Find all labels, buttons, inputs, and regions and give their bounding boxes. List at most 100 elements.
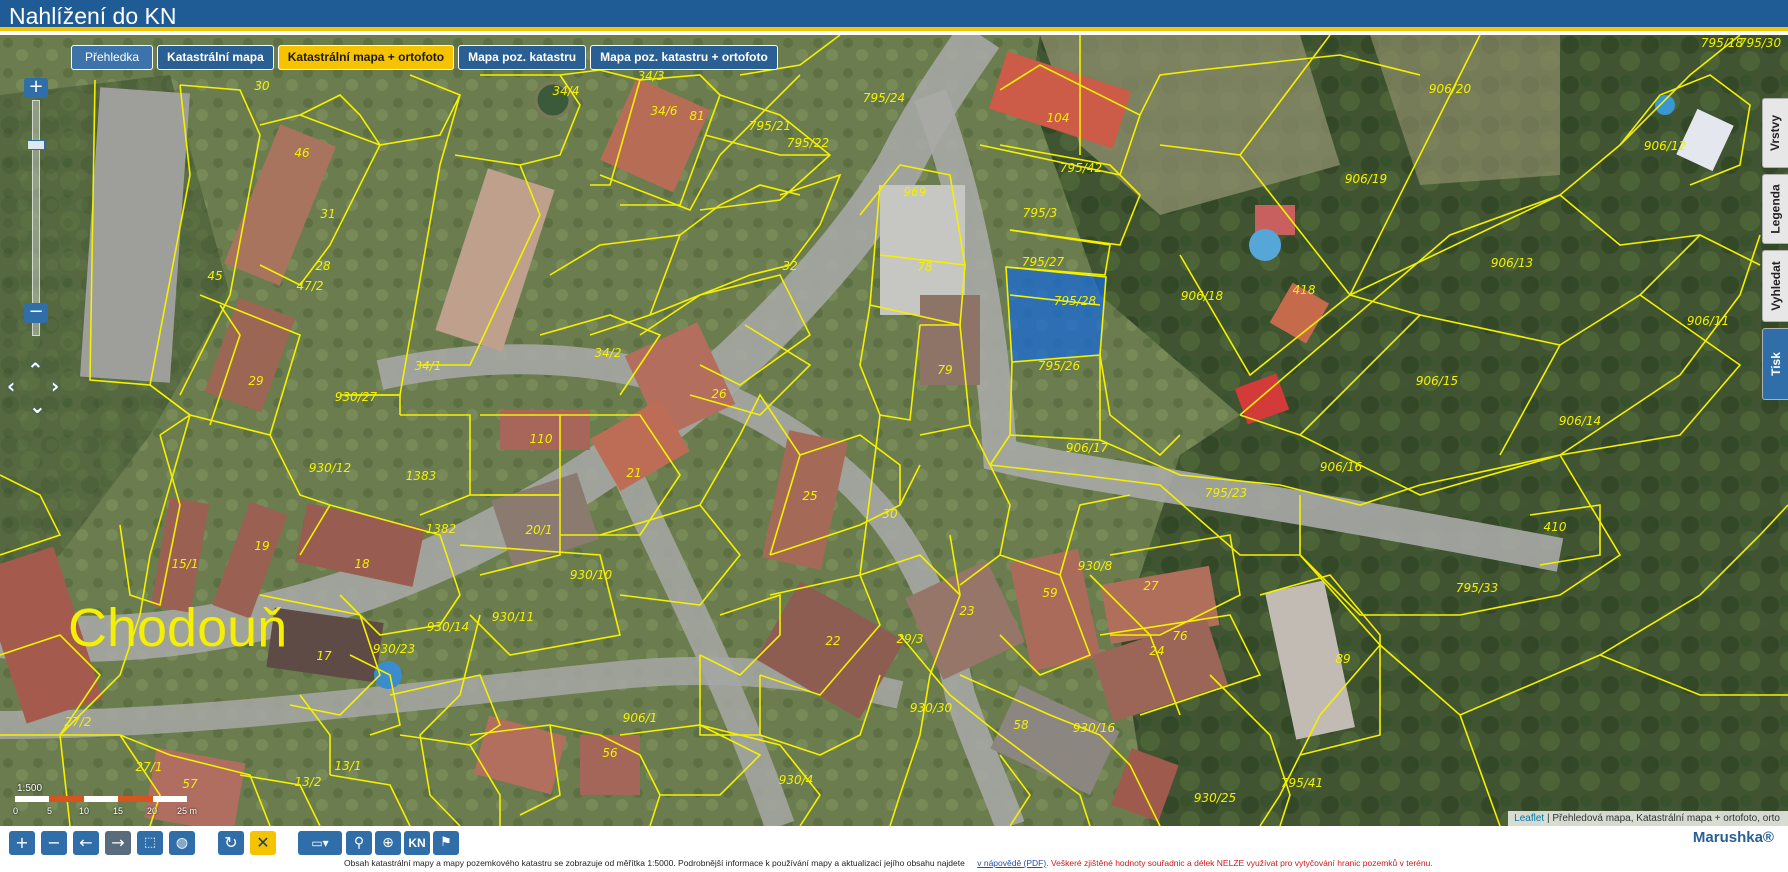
- parcel-number-label[interactable]: 27: [1143, 579, 1159, 593]
- parcel-number-label[interactable]: 34/1: [415, 359, 442, 373]
- parcel-number-label[interactable]: 906/18: [1181, 289, 1224, 303]
- parcel-number-label[interactable]: 930/27: [335, 390, 378, 404]
- tab-legenda[interactable]: Legenda: [1762, 174, 1788, 244]
- parcel-number-label[interactable]: 34/6: [651, 104, 678, 118]
- parcel-number-label[interactable]: 29: [248, 374, 263, 388]
- parcel-number-label[interactable]: 110: [530, 432, 553, 446]
- parcel-number-label[interactable]: 418: [1293, 283, 1316, 297]
- parcel-number-label[interactable]: 29/3: [897, 632, 924, 646]
- parcel-number-label[interactable]: 906/15: [1416, 374, 1458, 388]
- parcel-number-label[interactable]: 13/1: [335, 759, 362, 773]
- parcel-number-label[interactable]: 15/1: [172, 557, 199, 571]
- parcel-number-label[interactable]: 32: [782, 259, 797, 273]
- parcel-number-label[interactable]: 906/1: [623, 711, 658, 725]
- parcel-number-label[interactable]: 969: [904, 185, 927, 199]
- layer-mapa-poz-katastru-button[interactable]: Mapa poz. katastru: [458, 45, 587, 70]
- tab-tisk[interactable]: Tisk: [1762, 328, 1788, 400]
- parcel-number-label[interactable]: 46: [294, 146, 310, 160]
- parcel-number-label[interactable]: 21: [626, 466, 641, 480]
- parcel-number-label[interactable]: 1382: [426, 522, 457, 536]
- parcel-number-label[interactable]: 930/8: [1078, 559, 1113, 573]
- parcel-number-label[interactable]: 795/22: [787, 136, 829, 150]
- zoom-in-button[interactable]: +: [24, 78, 48, 98]
- parcel-number-label[interactable]: 930/30: [910, 701, 953, 715]
- zoom-out-tool-icon[interactable]: −: [41, 831, 67, 855]
- parcel-number-label[interactable]: 930/10: [570, 568, 613, 582]
- parcel-number-label[interactable]: 906/20: [1429, 82, 1472, 96]
- parcel-number-label[interactable]: 19: [254, 539, 269, 553]
- parcel-number-label[interactable]: 930/16: [1073, 721, 1116, 735]
- parcel-number-label[interactable]: 795/41: [1281, 776, 1323, 790]
- parcel-number-label[interactable]: 18: [354, 557, 370, 571]
- forward-arrow-icon[interactable]: →: [105, 831, 131, 855]
- parcel-number-label[interactable]: 89: [1335, 652, 1350, 666]
- parcel-number-label[interactable]: 17: [316, 649, 332, 663]
- parcel-number-label[interactable]: 930/4: [779, 773, 814, 787]
- parcel-number-label[interactable]: 78: [917, 260, 933, 274]
- pan-up-icon[interactable]: ⌃: [27, 360, 44, 380]
- leaflet-link[interactable]: Leaflet: [1514, 813, 1544, 824]
- parcel-number-label[interactable]: 795/3: [1023, 206, 1058, 220]
- parcel-number-label[interactable]: 930/12: [309, 461, 351, 475]
- parcel-number-label[interactable]: 930/25: [1194, 791, 1236, 805]
- parcel-number-label[interactable]: 31: [320, 207, 335, 221]
- parcel-number-label[interactable]: 906/17: [1066, 441, 1109, 455]
- pan-down-icon[interactable]: ⌄: [29, 396, 46, 416]
- parcel-number-label[interactable]: 795/18: [1701, 36, 1744, 50]
- zoom-in-tool-icon[interactable]: +: [9, 831, 35, 855]
- measure-ruler-icon[interactable]: ▭▾: [298, 831, 342, 855]
- parcel-number-label[interactable]: 26: [711, 387, 727, 401]
- parcel-number-label[interactable]: 76: [1172, 629, 1188, 643]
- parcel-number-label[interactable]: 34/3: [638, 69, 665, 83]
- parcel-number-label[interactable]: 410: [1544, 520, 1567, 534]
- parcel-number-label[interactable]: 930/23: [373, 642, 415, 656]
- parcel-number-label[interactable]: 795/27: [1022, 255, 1065, 269]
- parcel-number-label[interactable]: 56: [602, 746, 618, 760]
- parcel-number-label[interactable]: 795/42: [1060, 161, 1102, 175]
- parcel-number-label[interactable]: 22: [825, 634, 840, 648]
- parcel-number-label[interactable]: 795/28: [1054, 294, 1097, 308]
- parcel-number-label[interactable]: 25: [802, 489, 817, 503]
- parcel-number-label[interactable]: 20/1: [526, 523, 553, 537]
- clear-icon[interactable]: ✕: [250, 831, 276, 855]
- parcel-number-label[interactable]: 906/13: [1491, 256, 1533, 270]
- parcel-number-label[interactable]: 59: [1042, 586, 1057, 600]
- parcel-number-label[interactable]: 34/4: [553, 84, 580, 98]
- zoom-out-button[interactable]: −: [24, 303, 48, 323]
- parcel-number-label[interactable]: 79: [937, 363, 952, 377]
- refresh-icon[interactable]: ↻: [218, 831, 244, 855]
- parcel-number-label[interactable]: 906/14: [1559, 414, 1601, 428]
- parcel-number-label[interactable]: 1383: [406, 469, 437, 483]
- pin-icon[interactable]: ⚲: [346, 831, 372, 855]
- parcel-number-label[interactable]: 930/14: [427, 620, 469, 634]
- parcel-number-label[interactable]: 795/33: [1456, 581, 1498, 595]
- zoom-extent-icon[interactable]: ⬚: [137, 831, 163, 855]
- parcel-number-label[interactable]: 795/21: [749, 119, 791, 133]
- parcel-number-label[interactable]: 104: [1047, 111, 1070, 125]
- layer-katastralni-mapa-button[interactable]: Katastrální mapa: [157, 45, 274, 70]
- parcel-number-label[interactable]: 34/2: [595, 346, 622, 360]
- zoom-slider[interactable]: + −: [24, 78, 50, 358]
- parcel-number-label[interactable]: 795/24: [863, 91, 905, 105]
- tab-vyhledat[interactable]: Vyhledat: [1762, 250, 1788, 322]
- parcel-number-label[interactable]: 930/11: [492, 610, 534, 624]
- locate-crosshair-icon[interactable]: ⊕: [375, 831, 401, 855]
- map-view[interactable]: Chodouň 30 46 31 47/2 45 29 28 34/4 34/3 34/6 81 79…: [0, 35, 1788, 826]
- parcel-number-label[interactable]: 81: [689, 109, 704, 123]
- zoom-handle[interactable]: [27, 140, 45, 150]
- parcel-number-label[interactable]: 795/26: [1038, 359, 1081, 373]
- globe-icon[interactable]: ◍: [169, 831, 195, 855]
- parcel-number-label[interactable]: 13/2: [295, 775, 322, 789]
- parcel-number-label[interactable]: 28: [315, 259, 331, 273]
- layer-katastralni-ortofoto-button[interactable]: Katastrální mapa + ortofoto: [277, 45, 455, 70]
- pan-right-icon[interactable]: ›: [51, 376, 59, 396]
- parcel-number-label[interactable]: 795/30: [1739, 36, 1782, 50]
- parcel-number-label[interactable]: 906/11: [1687, 314, 1729, 328]
- parcel-number-label[interactable]: 906/19: [1345, 172, 1387, 186]
- parcel-number-label[interactable]: 795/23: [1205, 486, 1247, 500]
- pan-control[interactable]: ⌃ ⌄ ‹ ›: [5, 360, 67, 424]
- layer-mapa-poz-ortofoto-button[interactable]: Mapa poz. katastru + ortofoto: [590, 45, 778, 70]
- parcel-number-label[interactable]: 906/12: [1644, 139, 1686, 153]
- parcel-number-label[interactable]: 24: [1149, 644, 1164, 658]
- parcel-number-label[interactable]: 30: [882, 507, 898, 521]
